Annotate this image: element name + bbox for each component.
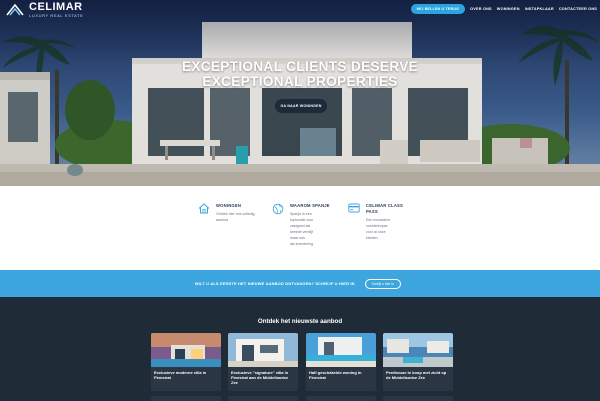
globe-icon [272, 203, 284, 215]
listing-card[interactable]: Exclusieve moderne villa in Finestrat [151, 333, 221, 391]
go-to-properties-button[interactable]: GA NAAR WONINGEN [275, 99, 327, 113]
logo-mark-icon [6, 3, 24, 16]
listing-photo [151, 333, 221, 367]
listing-photo [228, 333, 298, 367]
newsletter-text: WILT U ALS EERSTE HET NIEUWE AANBOD ONTV… [194, 281, 355, 286]
main-nav: WIJ BELLEN U TERUG OVER ONS WONINGEN INS… [410, 1, 597, 16]
listing-card[interactable]: Half geschakelde woning in Finestrat [306, 333, 376, 391]
listings-title: Ontdek het nieuwste aanbod [257, 318, 343, 325]
latest-listings-section: Ontdek het nieuwste aanbod Exclusieve mo… [0, 297, 600, 401]
nav-item-instapklaar[interactable]: INSTAPKLAAR [525, 7, 554, 11]
feature-title: WONINGEN [216, 203, 242, 208]
listing-title: Penthouse te koop met zicht op de Middel… [386, 370, 447, 380]
listing-photo [383, 333, 453, 367]
listing-title: Exclusieve moderne villa in Finestrat [154, 370, 207, 380]
feature-title: CELIMAR CLASS PASS [366, 203, 404, 214]
home-icon [198, 203, 210, 214]
feature-title: WAAROM SPANJE [290, 203, 330, 208]
subscribe-button[interactable]: Schrijf u hier in [364, 278, 402, 289]
hero-title: EXCEPTIONAL CLIENTS DESERVE EXCEPTIONAL … [150, 59, 450, 89]
feature-desc-line: klanten [366, 236, 378, 240]
nav-item-over-ons[interactable]: OVER ONS [470, 7, 492, 11]
listing-title: Exclusieve "signature" villa in Finestra… [231, 370, 289, 385]
feature-desc-line: als investering [290, 242, 313, 246]
feature-desc-line: aanbod [216, 218, 228, 222]
listing-card-next-row[interactable] [151, 396, 221, 401]
listing-card[interactable]: Exclusieve "signature" villa in Finestra… [228, 333, 298, 391]
features-section: WONINGEN Ontdek hier ons volledig aanbod… [0, 186, 600, 270]
brand-tagline: LUXURY REAL ESTATE [29, 13, 84, 18]
listing-card[interactable]: Penthouse te koop met zicht op de Middel… [383, 333, 453, 391]
listing-card-next-row[interactable] [383, 396, 453, 401]
listing-card-next-row[interactable] [228, 396, 298, 401]
listing-card-next-row[interactable] [306, 396, 376, 401]
hero-title-line1: EXCEPTIONAL CLIENTS DESERVE [181, 59, 419, 74]
logo-text: CELIMAR LUXURY REAL ESTATE [29, 2, 83, 18]
listing-photo [306, 333, 376, 367]
card-icon [348, 203, 360, 213]
nav-item-woningen[interactable]: WONINGEN [497, 7, 520, 11]
hero-section: CELIMAR LUXURY REAL ESTATE WIJ BELLEN U … [0, 0, 600, 186]
brand-name: CELIMAR [29, 1, 83, 13]
listing-title: Half geschakelde woning in Finestrat [309, 370, 362, 380]
newsletter-banner: WILT U ALS EERSTE HET NIEUWE AANBOD ONTV… [0, 270, 600, 297]
hero-overlay [0, 0, 600, 186]
brand-logo[interactable]: CELIMAR LUXURY REAL ESTATE [5, 2, 83, 18]
callback-button[interactable]: WIJ BELLEN U TERUG [410, 3, 466, 14]
hero-title-line2: EXCEPTIONAL PROPERTIES [202, 74, 398, 89]
nav-item-contacteer-ons[interactable]: CONTACTEER ONS [559, 7, 597, 11]
